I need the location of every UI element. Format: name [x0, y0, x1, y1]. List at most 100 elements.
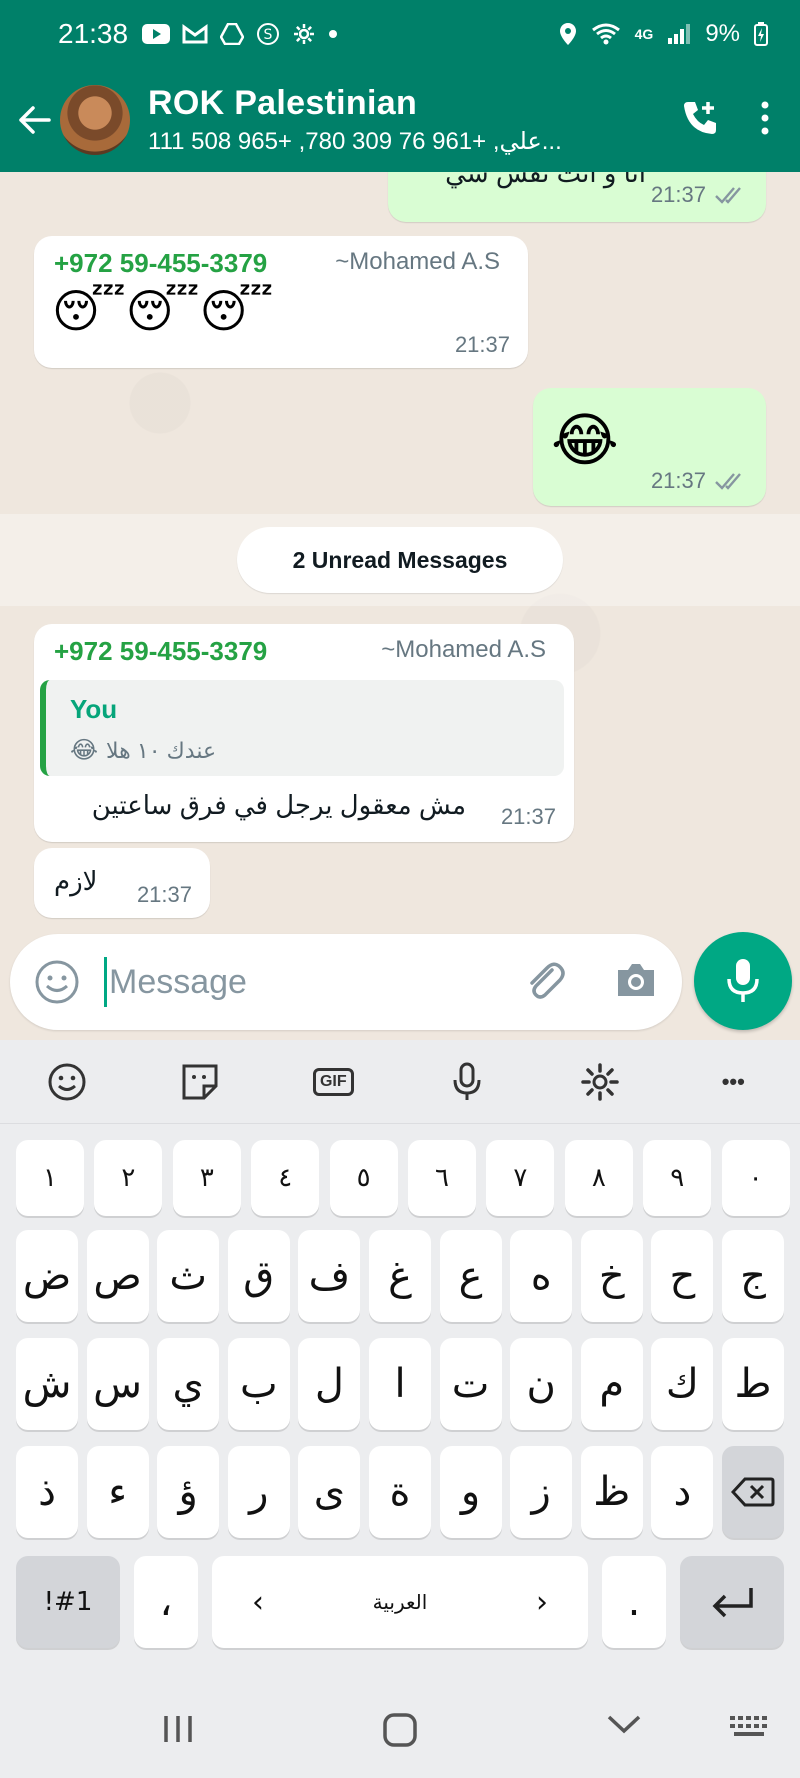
message-text: انا و انت نفس شي [445, 172, 646, 188]
key-letter[interactable]: ك [651, 1338, 714, 1430]
key-letter[interactable]: ل [298, 1338, 361, 1430]
key-letter[interactable]: ه [510, 1230, 573, 1322]
group-avatar[interactable] [60, 85, 130, 155]
gif-icon[interactable]: GIF [303, 1052, 363, 1112]
svg-text:S: S [264, 27, 273, 43]
space-key[interactable]: ‹ العربية › [212, 1556, 588, 1648]
unread-messages-badge: 2 Unread Messages [237, 527, 563, 593]
quote-text: عندك ١٠ هلا [106, 737, 217, 763]
quote-author: You [70, 694, 118, 724]
backspace-key[interactable] [722, 1446, 784, 1538]
key-letter[interactable]: ج [722, 1230, 784, 1322]
settings-gear-icon [292, 22, 316, 46]
key-letter[interactable]: ؤ [157, 1446, 220, 1538]
enter-key[interactable] [680, 1556, 784, 1648]
voice-record-button[interactable] [694, 932, 792, 1030]
key-digit[interactable]: ٠ [721, 1140, 790, 1216]
key-letter[interactable]: ت [439, 1338, 502, 1430]
message-time: 21:37 [650, 182, 706, 207]
add-call-icon[interactable] [680, 98, 720, 143]
key-digit[interactable]: ٩ [643, 1140, 712, 1216]
message-bubble-outgoing[interactable]: 😂 21:37 [533, 388, 766, 506]
sender-phone[interactable]: +972 59-455-3379 [54, 636, 267, 667]
more-tools-icon[interactable]: ••• [703, 1052, 763, 1112]
back-arrow-icon[interactable] [16, 102, 52, 138]
key-digit[interactable]: ٥ [329, 1140, 398, 1216]
cursor-left-arrow[interactable]: ‹ [252, 1585, 264, 1620]
chat-title-area[interactable]: ROK Palestinian علي, +961 76 309 780, +9… [148, 84, 562, 156]
keyboard-settings-icon[interactable] [570, 1052, 630, 1112]
key-letter[interactable]: و [439, 1446, 502, 1538]
cursor-right-arrow[interactable]: › [536, 1585, 548, 1620]
message-bubble-incoming[interactable]: لازم 21:37 [34, 848, 210, 918]
sticker-icon[interactable] [170, 1052, 230, 1112]
symbols-key[interactable]: !#1 [16, 1556, 120, 1648]
message-input[interactable] [109, 962, 489, 1002]
message-bubble-outgoing[interactable]: انا و انت نفس شي 21:37 [388, 172, 766, 222]
location-icon [559, 22, 577, 46]
hide-keyboard-icon[interactable] [606, 1712, 642, 1736]
chat-messages-area[interactable]: انا و انت نفس شي 21:37 +972 59-455-3379 … [0, 172, 800, 942]
message-time: 21:37 [650, 468, 706, 493]
key-digit[interactable]: ٢ [94, 1140, 163, 1216]
key-letter[interactable]: م [580, 1338, 643, 1430]
key-digit[interactable]: ١ [16, 1140, 84, 1216]
more-options-icon[interactable] [760, 100, 770, 141]
key-digit[interactable]: ٨ [564, 1140, 633, 1216]
navigation-bar [0, 1688, 800, 1778]
period-key[interactable]: . [602, 1556, 666, 1648]
key-digit[interactable]: ٤ [251, 1140, 320, 1216]
emoji-icon[interactable] [32, 957, 82, 1007]
message-time: 21:37 [454, 332, 510, 357]
key-letter[interactable]: س [86, 1338, 149, 1430]
key-digit[interactable]: ٣ [172, 1140, 241, 1216]
attach-paperclip-icon[interactable] [522, 958, 568, 1009]
message-time: 21:37 [136, 882, 192, 907]
keyboard-emoji-icon[interactable] [37, 1052, 97, 1112]
key-letter[interactable]: ز [510, 1446, 573, 1538]
chat-header: ROK Palestinian علي, +961 76 309 780, +9… [0, 68, 800, 172]
space-language-label: العربية [372, 1590, 428, 1614]
sender-phone[interactable]: +972 59-455-3379 [54, 248, 267, 279]
message-composer [10, 934, 682, 1030]
key-letter[interactable]: ي [157, 1338, 220, 1430]
key-letter[interactable]: ذ [16, 1446, 78, 1538]
recent-apps-icon[interactable] [160, 1712, 196, 1746]
key-letter[interactable]: ض [16, 1230, 78, 1322]
key-digit[interactable]: ٦ [408, 1140, 476, 1216]
message-bubble-incoming[interactable]: +972 59-455-3379 ~Mohamed A.S You 😂 عندك… [34, 624, 574, 842]
keyboard-switch-icon[interactable] [728, 1712, 772, 1744]
key-letter[interactable]: ى [298, 1446, 361, 1538]
message-emoji: 😂 [551, 408, 619, 473]
comma-key[interactable]: ، [134, 1556, 198, 1648]
key-letter[interactable]: خ [580, 1230, 643, 1322]
key-letter[interactable]: ء [86, 1446, 149, 1538]
key-letter[interactable]: ا [369, 1338, 431, 1430]
message-bubble-incoming[interactable]: +972 59-455-3379 ~Mohamed A.S 😴😴😴 21:37 [34, 236, 528, 368]
key-letter[interactable]: ظ [580, 1446, 643, 1538]
key-letter[interactable]: ة [369, 1446, 431, 1538]
drive-icon [220, 23, 245, 45]
keyboard: GIF ••• ١٢٣٤٥٦٧٨٩٠ ضصثقفغعهخحج شسيبلاتنمكط… [0, 1040, 800, 1688]
key-digit[interactable]: ٧ [486, 1140, 555, 1216]
voice-input-icon[interactable] [437, 1052, 497, 1112]
camera-icon[interactable] [614, 960, 658, 1005]
home-icon[interactable] [382, 1712, 418, 1748]
keyboard-toolbar: GIF ••• [0, 1040, 800, 1124]
key-letter[interactable]: ب [227, 1338, 290, 1430]
key-letter[interactable]: ن [510, 1338, 573, 1430]
key-letter[interactable]: ش [16, 1338, 78, 1430]
key-letter[interactable]: ع [439, 1230, 502, 1322]
status-time: 21:38 [58, 18, 129, 49]
status-bar: 21:38 S 4G 9% [0, 0, 800, 68]
key-letter[interactable]: ق [227, 1230, 290, 1322]
key-letter[interactable]: ث [157, 1230, 220, 1322]
key-letter[interactable]: د [651, 1446, 714, 1538]
key-letter[interactable]: ر [227, 1446, 290, 1538]
quoted-message[interactable]: You 😂 عندك ١٠ هلا [40, 680, 564, 776]
key-letter[interactable]: ح [651, 1230, 714, 1322]
key-letter[interactable]: ط [722, 1338, 784, 1430]
key-letter[interactable]: غ [369, 1230, 431, 1322]
key-letter[interactable]: ف [298, 1230, 361, 1322]
key-letter[interactable]: ص [86, 1230, 149, 1322]
